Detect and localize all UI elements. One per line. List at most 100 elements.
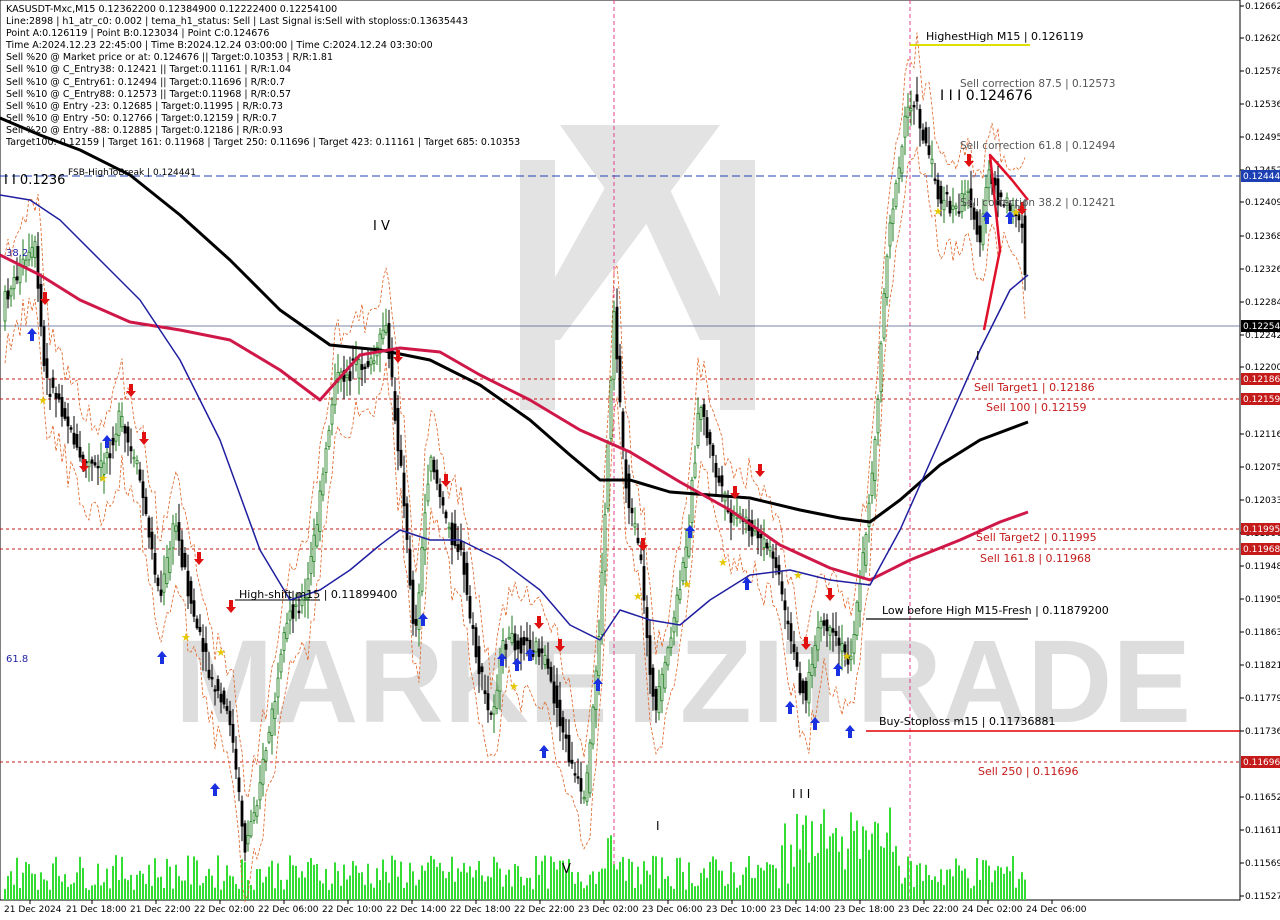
candle-body <box>885 255 889 298</box>
volume-bar <box>814 856 816 900</box>
candle-body <box>819 620 823 629</box>
volume-bar <box>655 856 657 900</box>
volume-bar <box>391 855 393 900</box>
candle-body <box>243 823 247 853</box>
volume-bar <box>880 846 882 900</box>
candle-body <box>642 566 646 601</box>
volume-bar <box>202 882 204 900</box>
volume-bar <box>865 830 867 900</box>
candle-body <box>417 592 421 631</box>
volume-bar <box>370 883 372 900</box>
candle-body <box>357 359 361 379</box>
volume-bar <box>763 870 765 900</box>
candle-body <box>405 503 409 540</box>
volume-bar <box>199 885 201 900</box>
candle-body <box>201 638 205 652</box>
volume-bar <box>847 848 849 900</box>
volume-bar <box>70 884 72 900</box>
volume-bar <box>487 876 489 900</box>
candle-body <box>297 610 301 614</box>
candle-body <box>255 805 259 817</box>
candle-body <box>771 551 775 559</box>
candle-body <box>15 276 19 281</box>
candle-body <box>288 610 292 621</box>
candle-body <box>897 167 901 179</box>
volume-bar <box>97 863 99 900</box>
volume-bar <box>598 871 600 900</box>
volume-bar <box>361 872 363 900</box>
volume-bar <box>298 877 300 900</box>
candle-body <box>1020 223 1024 228</box>
volume-bar <box>214 887 216 900</box>
candle-body <box>978 225 982 243</box>
info-line: Target100: 0.12159 | Target 161: 0.11968… <box>6 137 521 149</box>
price-label: 0.12075 <box>1245 463 1280 473</box>
candle-body <box>915 94 919 102</box>
candle-body <box>144 496 148 515</box>
sell-100-label: Sell 100 | 0.12159 <box>986 401 1087 414</box>
volume-bar <box>625 880 627 900</box>
price-label: 0.12409 <box>1245 198 1280 208</box>
candle-body <box>444 511 448 519</box>
candle-body <box>9 288 13 297</box>
time-label: 23 Dec 10:00 <box>706 905 767 915</box>
candle-body <box>321 473 325 496</box>
volume-bar <box>541 861 543 900</box>
volume-bar <box>511 886 513 900</box>
price-badge-label: 0.12159 <box>1243 395 1280 405</box>
info-line: Sell %10 @ C_Entry61: 0.12494 || Target:… <box>6 76 286 88</box>
candle-body <box>252 812 256 821</box>
volume-bar <box>946 869 948 900</box>
candle-body <box>396 407 400 452</box>
candle-body <box>345 374 349 379</box>
star-icon: ★ <box>842 650 852 663</box>
candle-body <box>798 673 802 694</box>
volume-bar <box>307 862 309 900</box>
volume-bar <box>685 889 687 900</box>
volume-bar <box>919 863 921 900</box>
candle-body <box>564 734 568 739</box>
volume-bar <box>736 887 738 900</box>
volume-bar <box>292 865 294 900</box>
candle-body <box>609 379 613 439</box>
volume-bar <box>775 868 777 900</box>
candle-body <box>429 456 433 472</box>
candle-body <box>63 408 67 419</box>
volume-bar <box>448 871 450 900</box>
candle-body <box>705 417 709 439</box>
volume-bar <box>820 823 822 900</box>
volume-bar <box>265 876 267 900</box>
volume-bar <box>658 888 660 900</box>
volume-bar <box>220 889 222 900</box>
info-line: Time A:2024.12.23 22:45:00 | Time B:2024… <box>6 40 433 52</box>
volume-bar <box>883 847 885 900</box>
volume-bar <box>133 889 135 900</box>
volume-bar <box>961 870 963 900</box>
candle-body <box>69 427 73 430</box>
candle-body <box>894 182 898 207</box>
volume-bar <box>331 883 333 900</box>
candle-body <box>159 589 163 596</box>
volume-bar <box>988 865 990 900</box>
candle-body <box>540 648 544 654</box>
volume-bar <box>547 888 549 900</box>
volume-bar <box>628 858 630 900</box>
info-line: Sell %10 @ Entry -50: 0.12766 | Target:0… <box>6 112 277 124</box>
volume-bar <box>400 861 402 900</box>
candle-body <box>393 391 397 421</box>
time-label: 22 Dec 10:00 <box>322 905 383 915</box>
volume-bar <box>424 870 426 900</box>
volume-bar <box>43 879 45 900</box>
volume-bar <box>250 884 252 900</box>
time-label: 23 Dec 18:00 <box>834 905 895 915</box>
candle-body <box>639 554 643 561</box>
volume-bar <box>892 851 894 900</box>
candle-body <box>360 364 364 370</box>
candle-body <box>657 686 661 714</box>
volume-bar <box>520 876 522 900</box>
volume-bar <box>994 870 996 900</box>
candle-body <box>876 399 880 434</box>
candle-body <box>3 291 7 322</box>
volume-bar <box>898 865 900 900</box>
volume-bar <box>22 872 24 900</box>
